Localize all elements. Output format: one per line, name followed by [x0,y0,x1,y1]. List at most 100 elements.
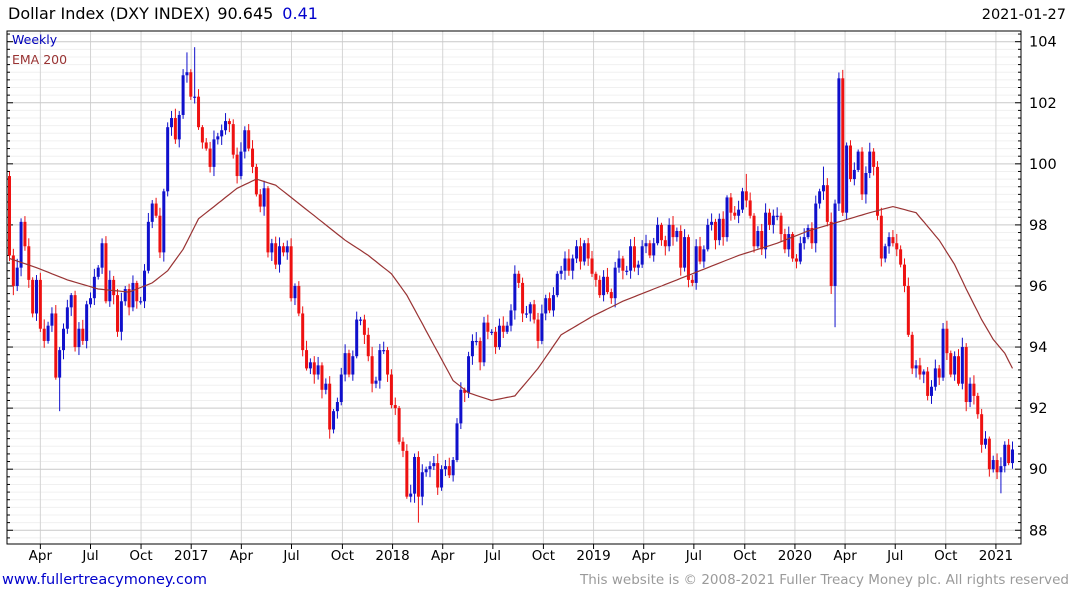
candle [370,356,374,384]
candle [212,139,216,167]
candle [848,145,852,180]
candle [486,322,490,332]
candle [764,212,768,250]
candle [112,279,116,296]
candle [756,231,760,247]
candle [879,215,883,259]
candle [116,295,120,332]
candle [166,127,170,192]
candle [243,130,247,152]
candle [517,273,521,283]
candle [675,231,679,238]
candle [864,172,868,195]
candle [405,450,409,497]
price-chart[interactable]: 88 90 92 94 96 98 100 102 104 Apr Jul Oct 2017 Apr Jul… [0,26,1075,568]
candle [656,224,660,244]
candle [305,350,309,369]
x-axis-label: Apr [632,548,656,564]
candle [451,460,455,476]
candle [899,249,903,265]
candle [46,325,50,341]
candle [551,295,555,311]
candle [50,313,54,326]
candle [158,215,162,253]
candle [910,334,914,369]
candle [293,285,297,299]
candle [667,224,671,247]
x-axis-label: Jul [81,548,98,564]
candle [721,218,725,238]
candle [521,282,525,314]
y-axis-label: 90 [1029,462,1047,478]
candle [532,304,536,320]
last-price: 90.645 [217,4,274,23]
candle [459,389,463,424]
candle [941,328,945,378]
candle [945,328,949,354]
candle [482,322,486,363]
page-title: Dollar Index (DXY INDEX) 90.645 0.41 [8,4,318,23]
candle [829,221,833,286]
x-axis-label: Apr [833,548,857,564]
candle [289,246,293,299]
candle [991,460,995,470]
candle [366,334,370,357]
candle [636,264,640,268]
candle [382,350,386,352]
candle [594,273,598,280]
candle [443,466,447,470]
candle [278,246,282,265]
candle [559,270,563,274]
candle [933,368,937,387]
candle [285,246,289,253]
x-axis-label: 2021 [979,548,1013,564]
candle [312,362,316,375]
candle [513,273,517,311]
candle [200,127,204,143]
candle [393,405,397,409]
candle [100,243,104,268]
footer-bar: www.fullertreacymoney.com This website i… [0,568,1075,596]
candle [31,279,35,314]
y-axis-label: 96 [1029,279,1047,295]
y-axis-label: 102 [1029,96,1057,112]
candle [852,169,856,180]
candle [949,353,953,375]
candle [216,136,220,140]
candle [266,188,270,253]
candle [501,325,505,332]
candle [401,441,405,451]
candle [960,347,964,384]
y-axis-label: 92 [1029,401,1047,417]
price-change: 0.41 [282,4,318,23]
candle [548,298,552,311]
legend-interval-label: Weekly [12,32,58,47]
legend-ema-label: EMA 200 [12,52,67,67]
candle [845,145,849,213]
candle [81,328,85,341]
candle [733,212,737,216]
candle [968,383,972,403]
candle [744,191,748,201]
candle [683,237,687,268]
candle [887,237,891,247]
candle [8,176,11,256]
footer-site-link[interactable]: www.fullertreacymoney.com [2,572,207,588]
candle [837,78,841,204]
candle [914,365,918,369]
x-axis-label: Jul [484,548,501,564]
candle [617,258,621,268]
candle [27,246,31,280]
candle [328,383,332,430]
candle [663,240,667,247]
candle [316,365,320,375]
y-axis-label: 100 [1029,157,1057,173]
x-axis-label: 2020 [778,548,812,564]
candle [571,258,575,271]
candle [432,463,436,467]
candle [162,191,166,253]
candle [339,374,343,403]
candle [544,298,548,314]
candle [1011,449,1014,464]
candle [38,279,42,329]
